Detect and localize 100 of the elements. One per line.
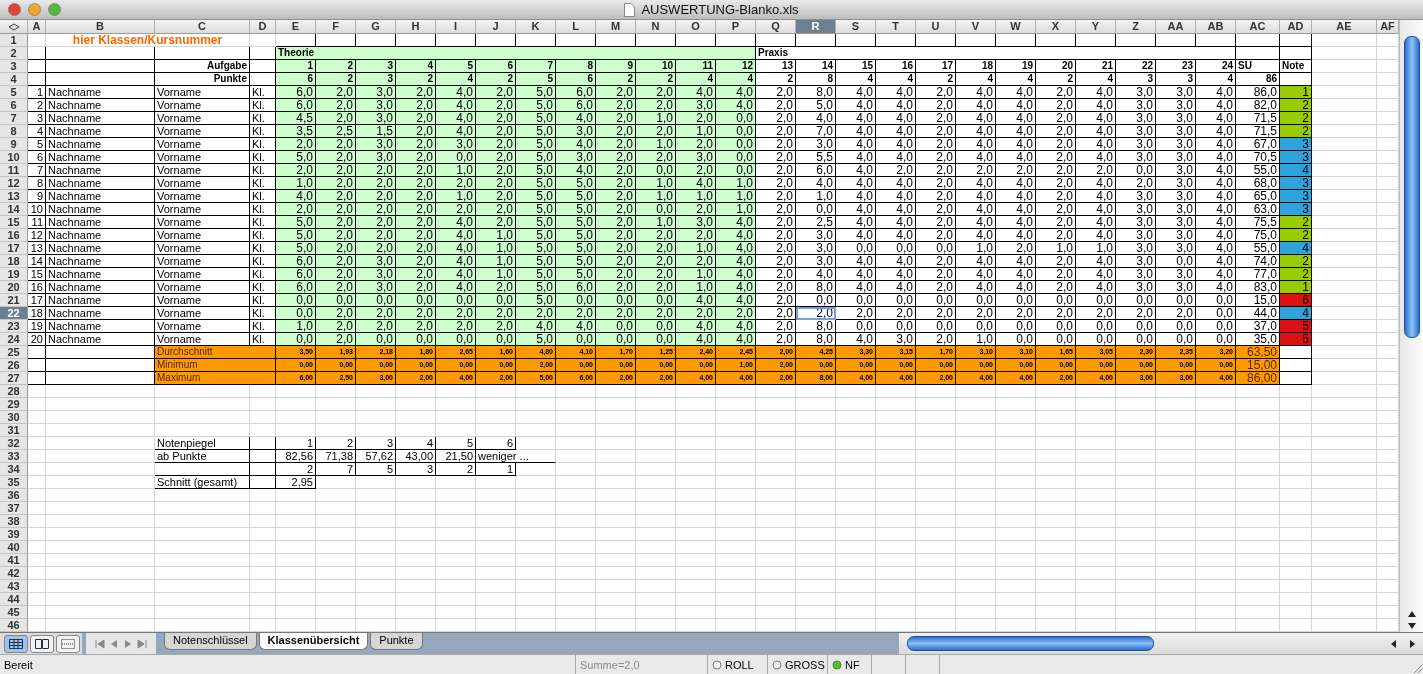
column-header[interactable]: I — [436, 20, 476, 34]
next-sheet-icon[interactable] — [123, 638, 133, 649]
row-header[interactable]: 29 — [0, 398, 28, 411]
column-header[interactable]: L — [556, 20, 596, 34]
column-header[interactable]: J — [476, 20, 516, 34]
row-header[interactable]: 15 — [0, 216, 28, 229]
sheet-tab[interactable]: Klassenübersicht — [258, 633, 369, 650]
column-header[interactable]: F — [316, 20, 356, 34]
row-header[interactable]: 11 — [0, 164, 28, 177]
row-header[interactable]: 41 — [0, 554, 28, 567]
normal-view-button[interactable] — [4, 634, 28, 653]
row-header[interactable]: 22 — [0, 307, 28, 320]
select-all-icon[interactable] — [7, 22, 20, 31]
column-header[interactable]: AE — [1312, 20, 1377, 34]
row-header[interactable]: 19 — [0, 268, 28, 281]
row-header[interactable]: 28 — [0, 385, 28, 398]
column-header[interactable]: B — [46, 20, 155, 34]
column-header[interactable]: T — [876, 20, 916, 34]
row-header[interactable]: 45 — [0, 606, 28, 619]
row-header[interactable]: 38 — [0, 515, 28, 528]
row-header[interactable]: 13 — [0, 190, 28, 203]
table-cell: 4,0 — [996, 203, 1036, 216]
row-header[interactable]: 44 — [0, 593, 28, 606]
column-header[interactable]: C — [155, 20, 250, 34]
last-sheet-icon[interactable] — [137, 638, 147, 649]
column-header[interactable]: Q — [756, 20, 796, 34]
column-header[interactable]: Z — [1116, 20, 1156, 34]
row-header[interactable]: 34 — [0, 463, 28, 476]
column-header[interactable]: W — [996, 20, 1036, 34]
row-header[interactable]: 35 — [0, 476, 28, 489]
row-header[interactable]: 12 — [0, 177, 28, 190]
table-cell: 70,5 — [1236, 151, 1280, 164]
column-header[interactable]: R — [796, 20, 836, 34]
column-header[interactable]: AD — [1280, 20, 1312, 34]
row-header[interactable]: 16 — [0, 229, 28, 242]
column-header[interactable]: H — [396, 20, 436, 34]
header-cell: 8 — [556, 60, 596, 73]
row-header[interactable]: 27 — [0, 372, 28, 385]
vertical-scrollbar[interactable] — [1399, 20, 1423, 632]
row-header[interactable]: 30 — [0, 411, 28, 424]
row-header[interactable]: 33 — [0, 450, 28, 463]
column-header[interactable]: N — [636, 20, 676, 34]
column-header[interactable]: X — [1036, 20, 1076, 34]
row-header[interactable]: 1 — [0, 34, 28, 47]
row-header[interactable]: 18 — [0, 255, 28, 268]
row-header[interactable]: 2 — [0, 47, 28, 60]
column-header[interactable]: A — [28, 20, 46, 34]
column-header[interactable]: M — [596, 20, 636, 34]
table-cell: Vorname — [155, 203, 250, 216]
row-header[interactable]: 31 — [0, 424, 28, 437]
row-header[interactable]: 43 — [0, 580, 28, 593]
horizontal-scrollbar[interactable] — [899, 633, 1423, 654]
column-header[interactable]: P — [716, 20, 756, 34]
row-header[interactable]: 10 — [0, 151, 28, 164]
column-header[interactable]: S — [836, 20, 876, 34]
row-header[interactable]: 26 — [0, 359, 28, 372]
sheet-tab[interactable]: Notenschlüssel — [164, 633, 257, 650]
zoom-icon[interactable] — [48, 3, 61, 16]
page-layout-button[interactable] — [30, 634, 54, 653]
row-header[interactable]: 7 — [0, 112, 28, 125]
row-header[interactable]: 3 — [0, 60, 28, 73]
row-header[interactable]: 39 — [0, 528, 28, 541]
column-header[interactable]: AB — [1196, 20, 1236, 34]
resize-grip-icon[interactable] — [1411, 662, 1423, 674]
row-header[interactable]: 8 — [0, 125, 28, 138]
row-header[interactable]: 36 — [0, 489, 28, 502]
row-header[interactable]: 40 — [0, 541, 28, 554]
row-header[interactable]: 24 — [0, 333, 28, 346]
column-header[interactable]: AA — [1156, 20, 1196, 34]
row-header[interactable]: 6 — [0, 99, 28, 112]
first-sheet-icon[interactable] — [95, 638, 105, 649]
row-header[interactable]: 14 — [0, 203, 28, 216]
row-header[interactable]: 5 — [0, 86, 28, 99]
row-header[interactable]: 42 — [0, 567, 28, 580]
row-header[interactable]: 23 — [0, 320, 28, 333]
column-header[interactable]: V — [956, 20, 996, 34]
row-header[interactable]: 25 — [0, 346, 28, 359]
sheet-tab[interactable]: Punkte — [370, 633, 423, 650]
row-header[interactable]: 9 — [0, 138, 28, 151]
column-header[interactable]: AF — [1377, 20, 1399, 34]
row-header[interactable]: 20 — [0, 281, 28, 294]
column-header[interactable]: O — [676, 20, 716, 34]
scroll-thumb[interactable] — [907, 636, 1154, 651]
column-header[interactable]: U — [916, 20, 956, 34]
column-header[interactable]: Y — [1076, 20, 1116, 34]
column-header[interactable]: D — [250, 20, 276, 34]
row-header[interactable]: 21 — [0, 294, 28, 307]
row-header[interactable]: 32 — [0, 437, 28, 450]
column-header[interactable]: K — [516, 20, 556, 34]
row-header[interactable]: 4 — [0, 73, 28, 86]
row-header[interactable]: 37 — [0, 502, 28, 515]
close-icon[interactable] — [8, 3, 21, 16]
column-header[interactable]: G — [356, 20, 396, 34]
scroll-thumb[interactable] — [1403, 36, 1420, 338]
row-header[interactable]: 46 — [0, 619, 28, 632]
column-header[interactable]: AC — [1236, 20, 1280, 34]
column-header[interactable]: E — [276, 20, 316, 34]
previous-sheet-icon[interactable] — [109, 638, 119, 649]
minimize-icon[interactable] — [28, 3, 41, 16]
row-header[interactable]: 17 — [0, 242, 28, 255]
